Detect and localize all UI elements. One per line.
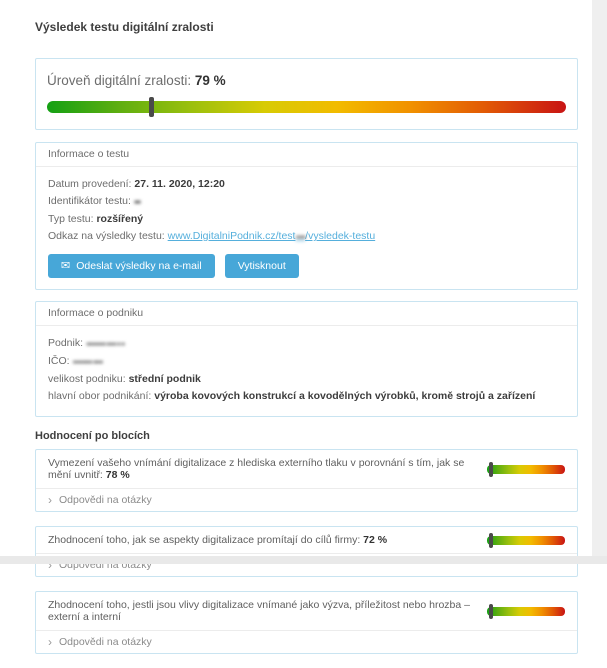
score-value: 79 % [195, 73, 226, 88]
company-sector-value: výroba kovových konstrukcí a kovodělných… [154, 390, 535, 402]
send-email-label: Odeslat výsledky na e-mail [76, 260, 201, 272]
test-link-label: Odkaz na výsledky testu: [48, 230, 165, 242]
block-card-1: Vymezení vašeho vnímání digitalizace z h… [35, 449, 578, 512]
bottom-gutter [0, 556, 607, 564]
test-type-row: Typ testu: rozšířený [48, 211, 565, 228]
block-2-title: Zhodnocení toho, jak se aspekty digitali… [48, 534, 477, 546]
chevron-right-icon: › [48, 637, 52, 647]
print-button[interactable]: Vytisknout [225, 254, 299, 278]
company-sector-row: hlavní obor podnikání: výroba kovových k… [48, 388, 565, 405]
gauge-track [47, 101, 566, 113]
test-id-value: ●● [134, 199, 140, 206]
block-1-title-row: Vymezení vašeho vnímání digitalizace z h… [36, 450, 577, 488]
blocks-heading: Hodnocení po blocích [35, 430, 578, 442]
test-id-label: Identifikátor testu: [48, 195, 131, 207]
gauge-track [487, 465, 565, 474]
company-label: Podnik: [48, 337, 83, 349]
test-actions: ✉ Odeslat výsledky na e-mail Vytisknout [48, 254, 565, 278]
block-3-answers-label: Odpovědi na otázky [59, 636, 152, 648]
test-date-value: 27. 11. 2020, 12:20 [134, 178, 225, 190]
block-1-answers-label: Odpovědi na otázky [59, 494, 152, 506]
company-row: Podnik: ●●●●●● ●●● ● ● [48, 335, 565, 353]
results-link-part2: /vysledek-testu [305, 230, 375, 242]
gauge-track [487, 607, 565, 616]
gauge-marker [489, 533, 493, 548]
test-info-body: Datum provedení: 27. 11. 2020, 12:20 Ide… [36, 167, 577, 289]
block-3-gauge [487, 607, 565, 616]
ico-row: IČO: ●●●●●● ●●● [48, 353, 565, 371]
results-link-redacted: ●●● [295, 234, 305, 241]
block-1-value: 78 % [106, 469, 130, 481]
test-date-label: Datum provedení: [48, 178, 131, 190]
block-2-title-text: Zhodnocení toho, jak se aspekty digitali… [48, 534, 360, 546]
print-label: Vytisknout [238, 260, 286, 272]
right-gutter [592, 0, 607, 564]
block-1-gauge [487, 465, 565, 474]
test-type-label: Typ testu: [48, 213, 94, 225]
test-link-row: Odkaz na výsledky testu: www.DigitalniPo… [48, 228, 565, 246]
block-card-2: Zhodnocení toho, jak se aspekty digitali… [35, 526, 578, 577]
send-email-button[interactable]: ✉ Odeslat výsledky na e-mail [48, 254, 215, 278]
block-3-title-text: Zhodnocení toho, jestli jsou vlivy digit… [48, 599, 470, 623]
company-size-label: velikost podniku: [48, 373, 126, 385]
gauge-track [487, 536, 565, 545]
results-link[interactable]: www.DigitalniPodnik.cz/test●●●/vysledek-… [168, 230, 376, 242]
test-type-value: rozšířený [96, 213, 143, 225]
test-info-header: Informace o testu [36, 143, 577, 167]
company-info-header: Informace o podniku [36, 302, 577, 326]
block-2-value: 72 % [363, 534, 387, 546]
score-card: Úroveň digitální zralosti: 79 % [35, 58, 578, 130]
block-1-title: Vymezení vašeho vnímání digitalizace z h… [48, 457, 477, 481]
block-1-answers-toggle[interactable]: › Odpovědi na otázky [36, 488, 577, 511]
company-size-row: velikost podniku: střední podnik [48, 371, 565, 388]
block-3-title: Zhodnocení toho, jestli jsou vlivy digit… [48, 599, 477, 623]
ico-value: ●●●●●● ●●● [73, 359, 103, 366]
block-3-answers-toggle[interactable]: › Odpovědi na otázky [36, 630, 577, 653]
test-id-row: Identifikátor testu: ●● [48, 193, 565, 211]
test-date-row: Datum provedení: 27. 11. 2020, 12:20 [48, 176, 565, 193]
chevron-right-icon: › [48, 495, 52, 505]
company-info-card: Informace o podniku Podnik: ●●●●●● ●●● ●… [35, 301, 578, 417]
block-3-title-row: Zhodnocení toho, jestli jsou vlivy digit… [36, 592, 577, 630]
email-icon: ✉ [61, 261, 70, 272]
company-sector-label: hlavní obor podnikání: [48, 390, 151, 402]
page-title: Výsledek testu digitální zralosti [35, 20, 578, 34]
results-link-part1: www.DigitalniPodnik.cz/test [168, 230, 296, 242]
block-2-title-row: Zhodnocení toho, jak se aspekty digitali… [36, 527, 577, 553]
results-page: Výsledek testu digitální zralosti Úroveň… [35, 0, 578, 668]
ico-label: IČO: [48, 355, 70, 367]
gauge-marker [489, 604, 493, 619]
block-card-3: Zhodnocení toho, jestli jsou vlivy digit… [35, 591, 578, 654]
company-info-body: Podnik: ●●●●●● ●●● ● ● IČO: ●●●●●● ●●● v… [36, 326, 577, 416]
company-value: ●●●●●● ●●● ● ● [86, 341, 124, 348]
company-size-value: střední podnik [129, 373, 201, 385]
gauge-marker [489, 462, 493, 477]
maturity-gauge [47, 101, 566, 113]
score-line: Úroveň digitální zralosti: 79 % [47, 73, 566, 88]
block-2-gauge [487, 536, 565, 545]
gauge-marker [149, 97, 154, 117]
test-info-card: Informace o testu Datum provedení: 27. 1… [35, 142, 578, 290]
score-label: Úroveň digitální zralosti: [47, 73, 191, 88]
